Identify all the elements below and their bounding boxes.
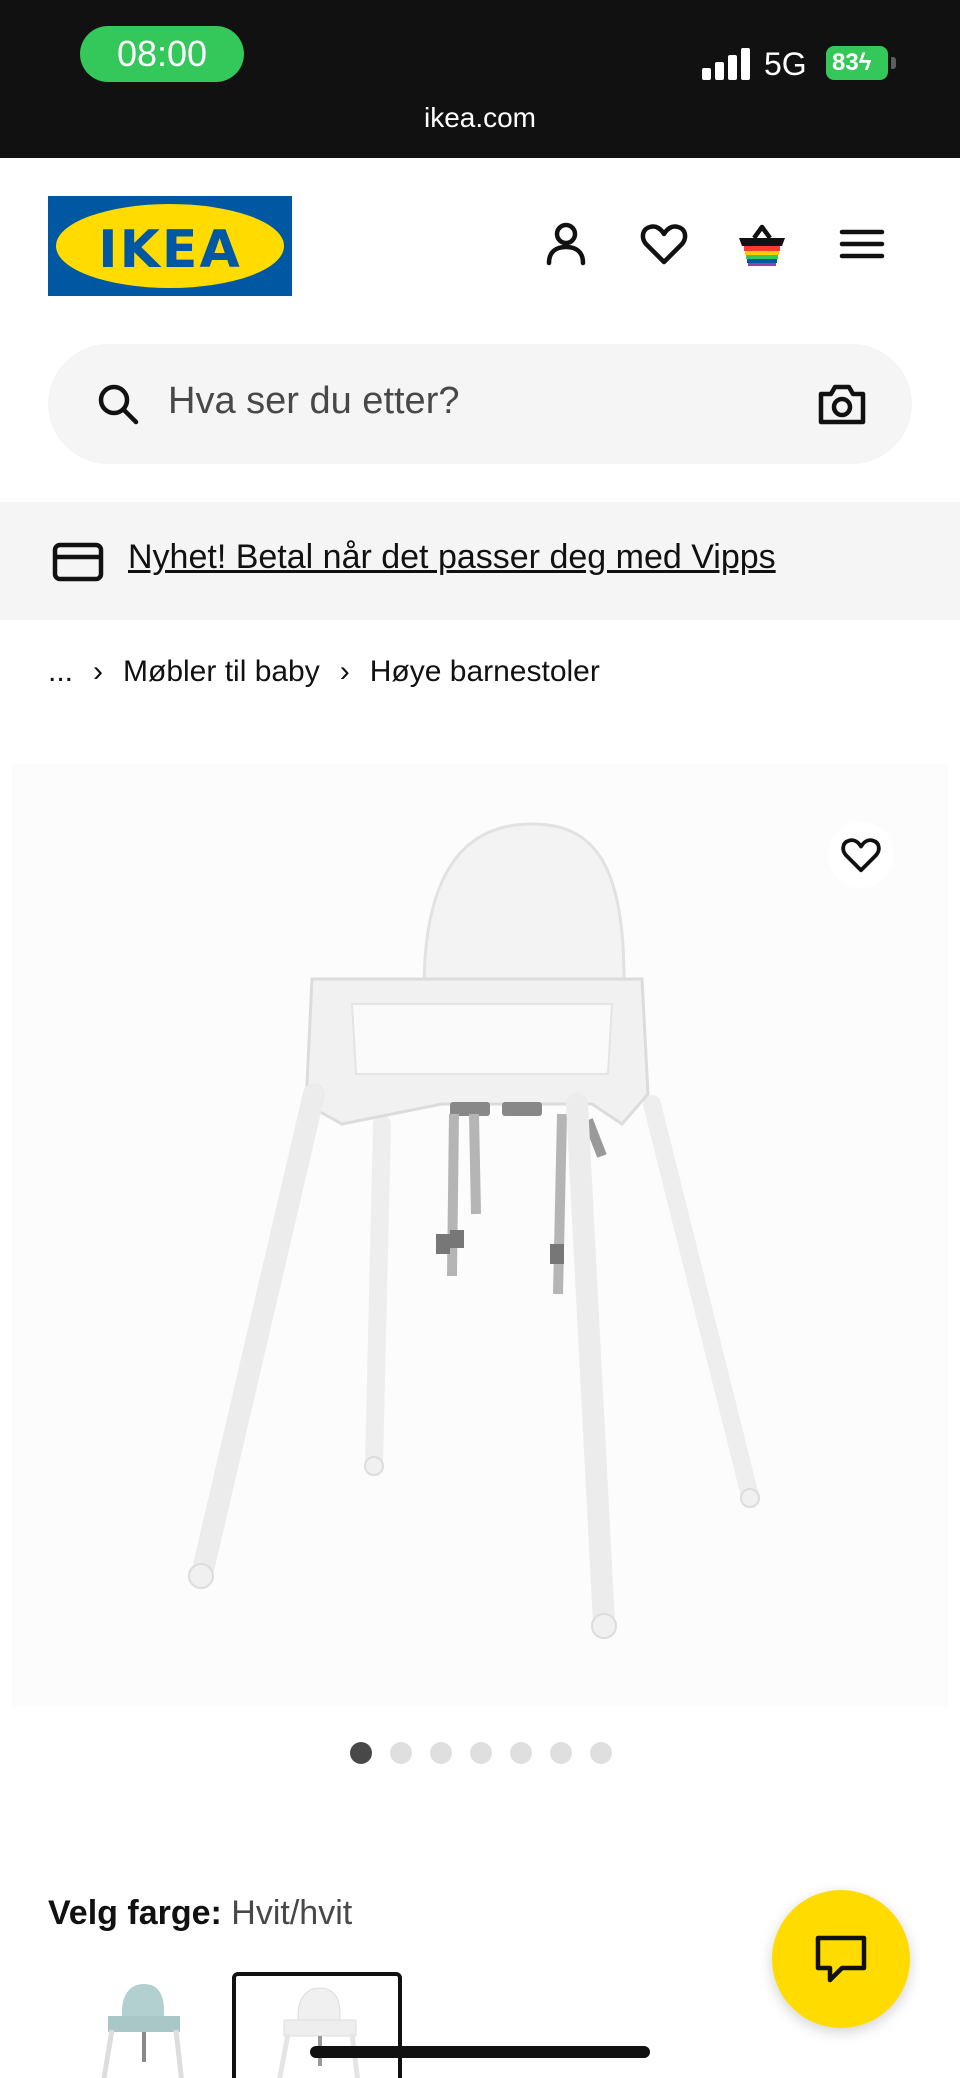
basket-icon[interactable] — [736, 218, 788, 270]
chevron-right-icon: › — [339, 655, 350, 688]
breadcrumb: ... › Møbler til baby › Høye barnestoler — [48, 652, 600, 692]
status-time: 08:00 — [80, 26, 244, 82]
color-swatch-white[interactable] — [232, 1972, 402, 2078]
search-icon[interactable] — [94, 380, 142, 428]
carousel-dot[interactable] — [350, 1742, 372, 1764]
url-bar[interactable]: ikea.com — [0, 102, 960, 134]
heart-icon[interactable] — [638, 218, 690, 270]
carousel-dot[interactable] — [390, 1742, 412, 1764]
home-indicator[interactable] — [310, 2046, 650, 2058]
color-value: Hvit/hvit — [231, 1894, 353, 1932]
breadcrumb-ellipsis[interactable]: ... — [48, 655, 73, 689]
menu-icon[interactable] — [836, 218, 888, 270]
battery-percent: 83 — [832, 49, 859, 76]
product-image[interactable] — [12, 764, 948, 1706]
status-bar: 08:00 5G 83ϟ ikea.com — [0, 0, 960, 158]
carousel-dot[interactable] — [510, 1742, 532, 1764]
add-to-favourites-button[interactable] — [828, 822, 894, 888]
chat-button[interactable] — [772, 1890, 910, 2028]
battery-icon: 83ϟ — [826, 46, 896, 80]
search-input[interactable]: Hva ser du etter? — [168, 380, 459, 423]
color-select-label: Velg farge: Hvit/hvit — [48, 1894, 352, 1933]
camera-icon[interactable] — [816, 378, 868, 430]
network-label: 5G — [764, 46, 807, 82]
carousel-dots — [350, 1742, 612, 1764]
color-label: Velg farge: — [48, 1894, 222, 1932]
breadcrumb-item-high-chairs[interactable]: Høye barnestoler — [370, 655, 600, 689]
logo-text: IKEA — [98, 220, 242, 280]
high-chair-image — [188, 822, 760, 1639]
carousel-dot[interactable] — [470, 1742, 492, 1764]
promo-banner[interactable]: Nyhet! Betal når det passer deg med Vipp… — [0, 502, 960, 620]
heart-icon — [841, 838, 881, 873]
chat-icon — [815, 1935, 867, 1983]
ikea-logo[interactable]: IKEA — [48, 196, 292, 296]
promo-link[interactable]: Nyhet! Betal når det passer deg med Vipp… — [128, 538, 776, 577]
color-swatch-blue[interactable] — [60, 1972, 230, 2078]
breadcrumb-item-baby-furniture[interactable]: Møbler til baby — [123, 655, 320, 689]
card-icon — [52, 542, 104, 582]
signal-icon — [702, 48, 752, 80]
search-bar[interactable]: Hva ser du etter? — [48, 344, 912, 464]
chevron-right-icon: › — [93, 655, 104, 688]
carousel-dot[interactable] — [430, 1742, 452, 1764]
carousel-dot[interactable] — [590, 1742, 612, 1764]
profile-icon[interactable] — [540, 218, 592, 270]
carousel-dot[interactable] — [550, 1742, 572, 1764]
